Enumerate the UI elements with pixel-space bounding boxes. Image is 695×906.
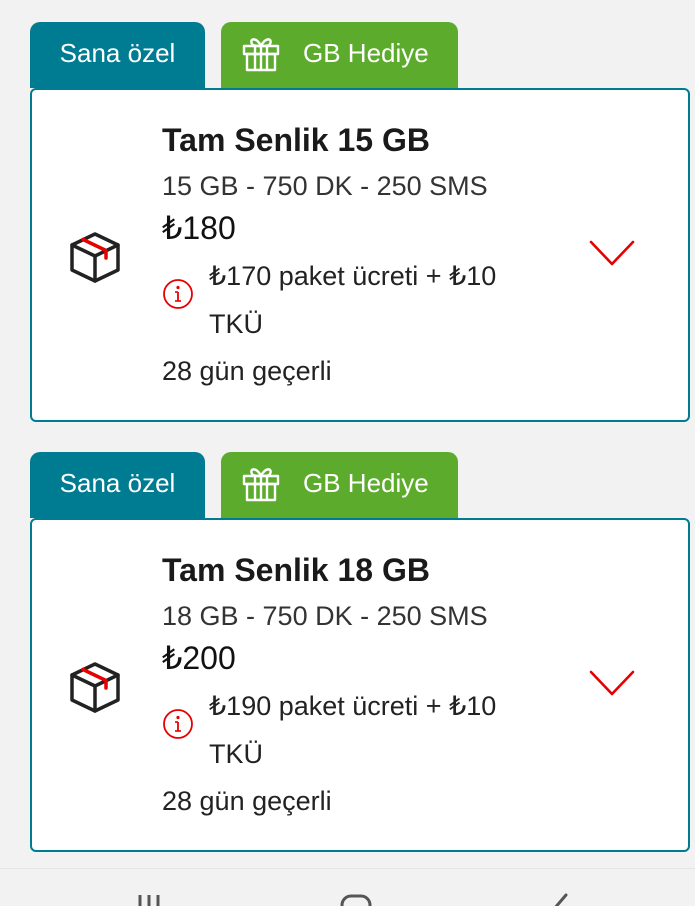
gift-icon (241, 463, 281, 503)
package-offer-1: Sana özel GB Hediye Tam Senlik 15 GB 15 … (30, 22, 690, 422)
tab-gb-hediye[interactable]: GB Hediye (221, 22, 458, 88)
package-tabs: Sana özel GB Hediye (30, 22, 690, 88)
gift-icon (241, 33, 281, 73)
tab-sana-ozel[interactable]: Sana özel (30, 22, 205, 88)
tab-sana-ozel-label: Sana özel (59, 467, 176, 498)
tab-sana-ozel-label: Sana özel (59, 37, 176, 68)
system-navigation-bar (0, 868, 695, 906)
home-icon[interactable] (340, 893, 372, 906)
package-details: Tam Senlik 18 GB 18 GB - 750 DK - 250 SM… (162, 550, 562, 820)
fee-breakdown: ₺190 paket ücreti + ₺10 TKÜ (162, 682, 539, 778)
tab-sana-ozel[interactable]: Sana özel (30, 452, 205, 518)
info-icon[interactable] (162, 708, 194, 740)
package-price: ₺180 (162, 210, 236, 246)
tab-gb-hediye-label: GB Hediye (303, 467, 429, 498)
fee-text: ₺190 paket ücreti + ₺10 TKÜ (209, 691, 497, 769)
info-icon[interactable] (162, 278, 194, 310)
package-card[interactable]: Tam Senlik 15 GB 15 GB - 750 DK - 250 SM… (30, 88, 690, 422)
package-price: ₺200 (162, 640, 236, 676)
package-validity: 28 gün geçerli (162, 356, 332, 386)
package-validity: 28 gün geçerli (162, 786, 332, 816)
package-tabs: Sana özel GB Hediye (30, 452, 690, 518)
package-title: Tam Senlik 18 GB (162, 552, 430, 588)
package-card[interactable]: Tam Senlik 18 GB 18 GB - 750 DK - 250 SM… (30, 518, 690, 852)
chevron-down-icon[interactable] (588, 238, 636, 268)
package-box-icon (66, 228, 124, 286)
package-specs: 18 GB - 750 DK - 250 SMS (162, 601, 488, 631)
back-icon[interactable] (548, 893, 570, 906)
package-details: Tam Senlik 15 GB 15 GB - 750 DK - 250 SM… (162, 120, 562, 390)
tab-gb-hediye-label: GB Hediye (303, 37, 429, 68)
package-title: Tam Senlik 15 GB (162, 122, 430, 158)
chevron-down-icon[interactable] (588, 668, 636, 698)
fee-breakdown: ₺170 paket ücreti + ₺10 TKÜ (162, 252, 539, 348)
package-offer-2: Sana özel GB Hediye Tam Senlik 18 GB 18 … (30, 452, 690, 852)
tab-gb-hediye[interactable]: GB Hediye (221, 452, 458, 518)
package-specs: 15 GB - 750 DK - 250 SMS (162, 171, 488, 201)
package-box-icon (66, 658, 124, 716)
recent-apps-icon[interactable] (136, 893, 162, 906)
fee-text: ₺170 paket ücreti + ₺10 TKÜ (209, 261, 497, 339)
